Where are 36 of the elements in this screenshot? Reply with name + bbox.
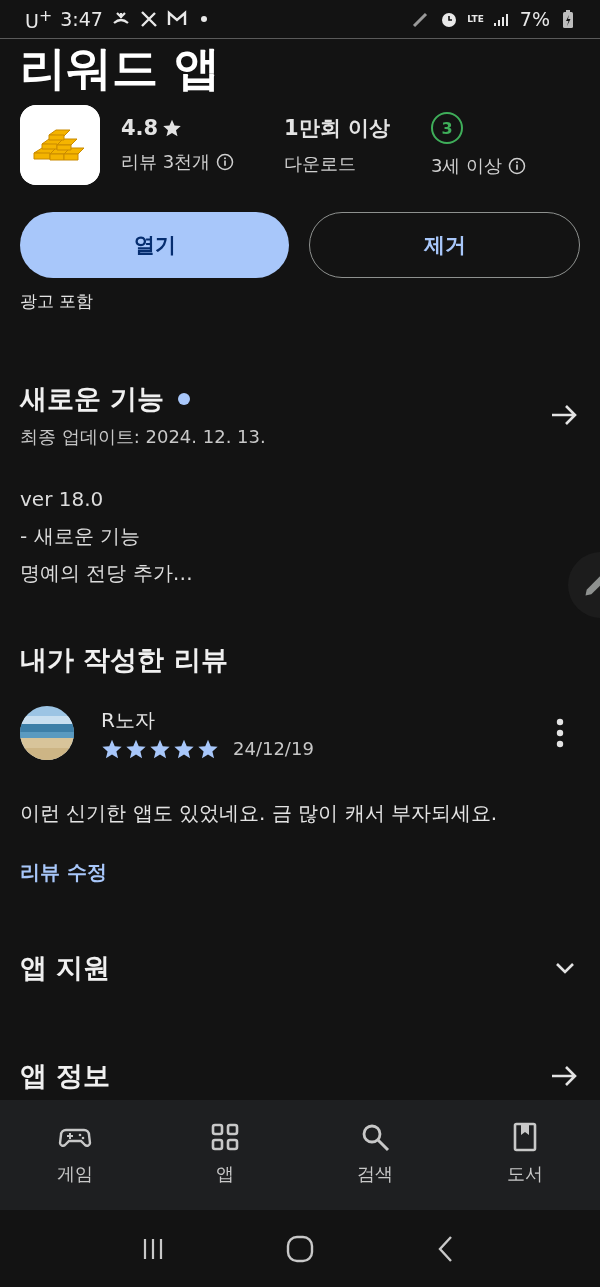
reviewer-name: R노자: [101, 706, 156, 734]
ingot-stack-icon: [20, 105, 100, 185]
release-note: ver 18.0: [20, 486, 105, 513]
ads-note: 광고 포함: [20, 290, 94, 313]
section-title: 앱 정보: [20, 1059, 111, 1093]
rating-value: 4.8: [121, 116, 159, 140]
open-button[interactable]: 열기: [20, 212, 289, 278]
age-rating-label: 3세 이상: [431, 154, 503, 178]
nav-tab[interactable]: 게임: [0, 1118, 150, 1210]
carrier-label: U$^{+}$: [25, 5, 53, 33]
release-note: 명예의 전당 추가…: [20, 560, 194, 587]
battery-percent: 7%: [519, 8, 550, 30]
update-date: 최종 업데이트: 2024. 12. 13.: [20, 425, 266, 449]
review-count: 리뷰 3천개: [121, 150, 211, 174]
info-icon[interactable]: [216, 153, 235, 171]
nav-tab[interactable]: 앱: [150, 1118, 300, 1210]
review-date: 24/12/19: [233, 738, 314, 759]
release-note: - 새로운 기능: [20, 523, 141, 550]
dot-icon: [200, 16, 207, 22]
nav-tab[interactable]: 검색: [300, 1118, 450, 1210]
section-title: 새로운 기능: [20, 382, 165, 416]
info-icon[interactable]: [508, 157, 527, 175]
nav-tab[interactable]: 도서: [450, 1118, 600, 1210]
download-label: 다운로드: [284, 152, 356, 176]
star-icon: [162, 118, 183, 138]
network-label: LTE: [467, 14, 484, 24]
edit-review-link[interactable]: 리뷰 수정: [20, 859, 107, 886]
status-time: 3:47: [60, 8, 103, 30]
section-title: 내가 작성한 리뷰: [20, 643, 228, 677]
download-count: 1만회 이상: [284, 115, 390, 142]
home-icon[interactable]: [285, 1233, 315, 1264]
age-rating-badge: 3: [431, 112, 463, 144]
app-title: 리워드 앱: [20, 41, 221, 95]
review-text: 이런 신기한 앱도 있었네요. 금 많이 캐서 부자되세요.: [20, 800, 498, 827]
more-icon[interactable]: [555, 718, 565, 748]
section-title: 앱 지원: [20, 951, 111, 985]
